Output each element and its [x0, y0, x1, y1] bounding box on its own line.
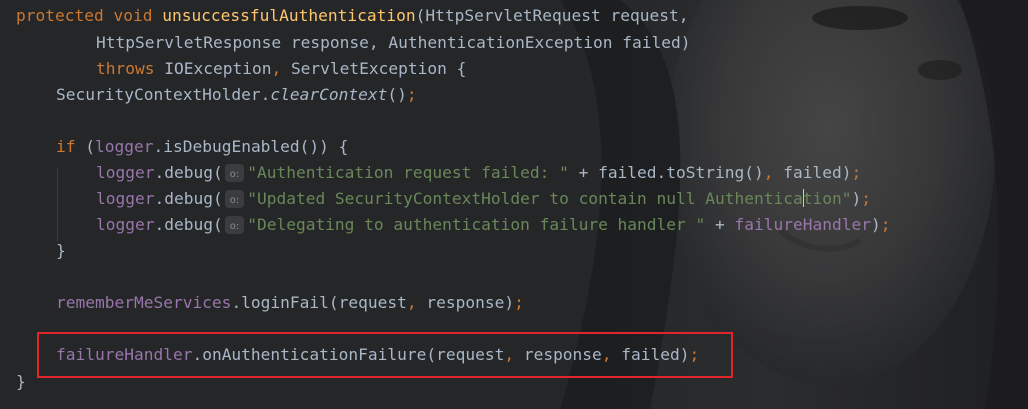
parameter-hint: o:: [224, 190, 245, 208]
method-name: unsuccessfulAuthentication: [162, 6, 416, 25]
arg-failed: failed): [783, 163, 852, 182]
code-line-8: logger.debug( o: "Updated SecurityContextH…: [96, 186, 871, 212]
keyword-throws: throws: [96, 59, 155, 78]
code-line-10: }: [56, 238, 66, 264]
concat-expr: + failed.toString(): [578, 163, 764, 182]
code-line-15: }: [16, 369, 26, 395]
login-fail-call: .loginFail(request: [231, 293, 407, 312]
code-line-4: SecurityContextHolder.clearContext();: [56, 82, 417, 108]
arg-response: response): [426, 293, 515, 312]
code-editor[interactable]: protected void unsuccessfulAuthenticatio…: [0, 0, 1028, 409]
exception-2: ServletException {: [290, 59, 467, 78]
debug-call: .debug(: [154, 215, 223, 234]
exception-1: IOException: [164, 59, 272, 78]
semicolon: ;: [861, 189, 871, 208]
parameter-hint: o:: [224, 164, 245, 182]
code-line-12: rememberMeServices.loginFail(request, re…: [56, 290, 524, 316]
debug-call: .debug(: [154, 163, 223, 182]
keyword-void: void: [113, 6, 153, 25]
semicolon: ;: [851, 163, 862, 182]
static-method-call: clearContext: [270, 85, 388, 104]
semicolon: ;: [880, 215, 891, 234]
keyword-protected: protected: [16, 6, 104, 25]
code-line-3: throws IOException, ServletException {: [96, 56, 466, 82]
comma: ,: [406, 293, 417, 312]
logger-field: logger: [96, 163, 155, 182]
logger-field: logger: [96, 189, 155, 208]
close-paren: ): [851, 189, 862, 208]
call-parens: (): [387, 85, 407, 104]
method-params-start: (HttpServletRequest request,: [415, 6, 689, 25]
semicolon: ;: [406, 85, 417, 104]
keyword-if: if: [56, 137, 76, 156]
semicolon: ;: [514, 293, 524, 312]
comma: ,: [271, 59, 282, 78]
string-literal-part-2: tion": [802, 189, 852, 208]
code-line-9: logger.debug( o: "Delegating to authentica…: [96, 212, 890, 238]
code-line-6: if (logger.isDebugEnabled()) {: [56, 134, 348, 160]
logger-field: logger: [95, 137, 154, 156]
failure-handler-field: failureHandler: [734, 215, 871, 234]
highlight-annotation-box: [37, 332, 733, 378]
class-ref: SecurityContextHolder.: [56, 85, 271, 104]
close-brace: }: [16, 372, 26, 391]
string-literal: "Authentication request failed: ": [247, 163, 569, 182]
parameter-hint: o:: [224, 216, 245, 234]
logger-field: logger: [96, 215, 155, 234]
code-line-7: logger.debug( o: "Authentication request f…: [96, 160, 861, 186]
open-paren: (: [85, 137, 95, 156]
parameter-name-hint-icon: o:: [229, 169, 240, 180]
parameter-name-hint-icon: o:: [229, 221, 240, 232]
method-params-end: HttpServletResponse response, Authentica…: [96, 33, 691, 52]
remember-me-services-field: rememberMeServices: [56, 293, 232, 312]
code-line-1: protected void unsuccessfulAuthenticatio…: [16, 3, 688, 29]
close-paren: ): [870, 215, 881, 234]
string-literal-part-1: "Updated SecurityContextHolder to contai…: [247, 189, 803, 208]
plus-operator: +: [715, 215, 725, 234]
string-literal: "Delegating to authentication failure ha…: [247, 215, 706, 234]
code-line-2: HttpServletResponse response, Authentica…: [96, 30, 691, 56]
close-brace: }: [56, 241, 66, 260]
debug-call: .debug(: [154, 189, 223, 208]
condition-call: .isDebugEnabled()) {: [153, 137, 349, 156]
parameter-name-hint-icon: o:: [229, 195, 240, 206]
comma: ,: [763, 163, 774, 182]
